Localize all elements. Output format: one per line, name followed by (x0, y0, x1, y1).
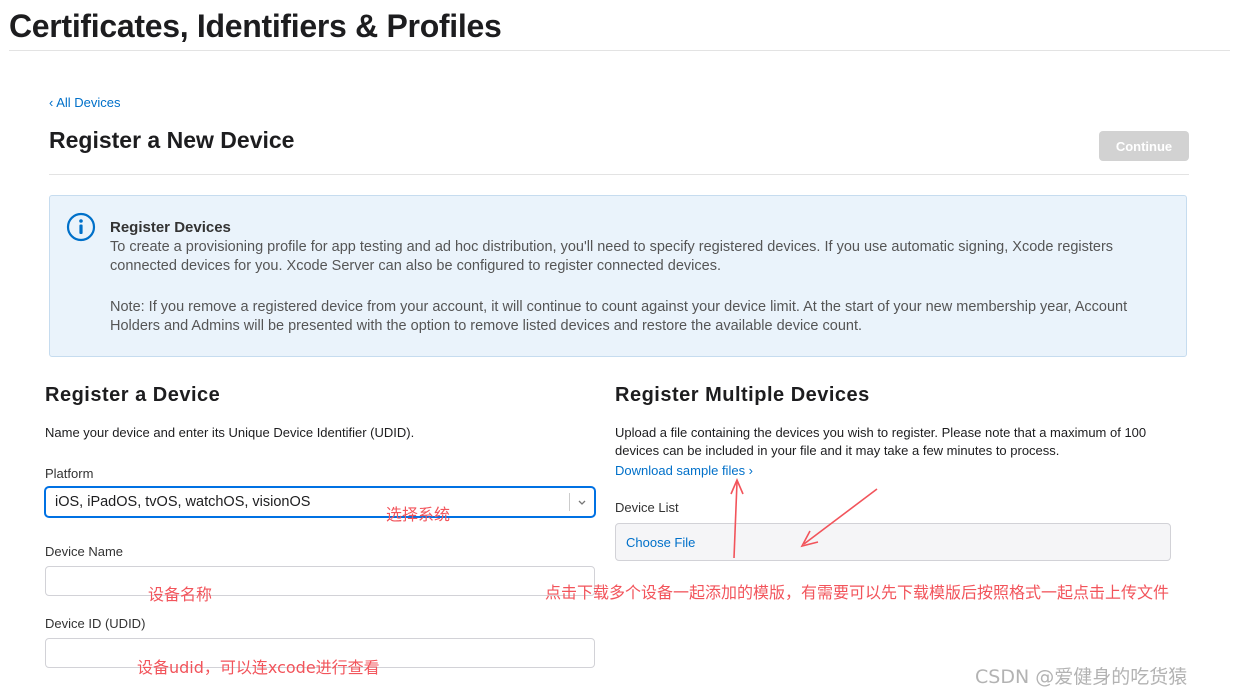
platform-select[interactable]: iOS, iPadOS, tvOS, watchOS, visionOS (45, 487, 595, 517)
continue-button[interactable]: Continue (1099, 131, 1189, 161)
register-device-description: Name your device and enter its Unique De… (45, 425, 415, 440)
all-devices-back-link[interactable]: ‹ All Devices (49, 95, 121, 110)
register-device-title: Register a Device (45, 384, 221, 406)
device-name-input[interactable] (45, 566, 595, 596)
header-divider (49, 174, 1189, 175)
device-name-label: Device Name (45, 544, 124, 559)
register-devices-info-box: Register Devices To create a provisionin… (49, 195, 1187, 357)
device-list-label: Device List (615, 500, 679, 515)
device-id-label: Device ID (UDID) (45, 616, 146, 631)
info-note: Note: If you remove a registered device … (110, 299, 1128, 334)
platform-label: Platform (45, 466, 94, 481)
device-list-file-input[interactable]: Choose File (615, 523, 1171, 561)
register-multiple-description: Upload a file containing the devices you… (615, 425, 1147, 458)
title-divider (9, 50, 1230, 51)
register-new-device-title: Register a New Device (49, 127, 295, 153)
annotation-device-name: 设备名称 (148, 585, 213, 604)
download-sample-files-link[interactable]: Download sample files › (615, 463, 753, 478)
platform-select-value: iOS, iPadOS, tvOS, watchOS, visionOS (55, 494, 311, 510)
annotation-select-system: 选择系统 (386, 505, 451, 524)
register-multiple-devices-title: Register Multiple Devices (615, 384, 870, 406)
choose-file-button[interactable]: Choose File (626, 535, 695, 550)
annotation-download-template: 点击下载多个设备一起添加的模版，有需要可以先下载模版后按照格式一起点击上传文件 (545, 583, 1170, 602)
chevron-down-icon (578, 500, 586, 505)
info-heading: Register Devices (110, 219, 231, 236)
annotation-device-udid: 设备udid，可以连xcode进行查看 (137, 658, 380, 677)
csdn-watermark: CSDN @爱健身的吃货猿 (975, 666, 1188, 688)
info-icon (66, 212, 96, 242)
info-paragraph: To create a provisioning profile for app… (110, 239, 1114, 274)
select-divider (569, 493, 570, 511)
page-title: Certificates, Identifiers & Profiles (9, 8, 502, 44)
